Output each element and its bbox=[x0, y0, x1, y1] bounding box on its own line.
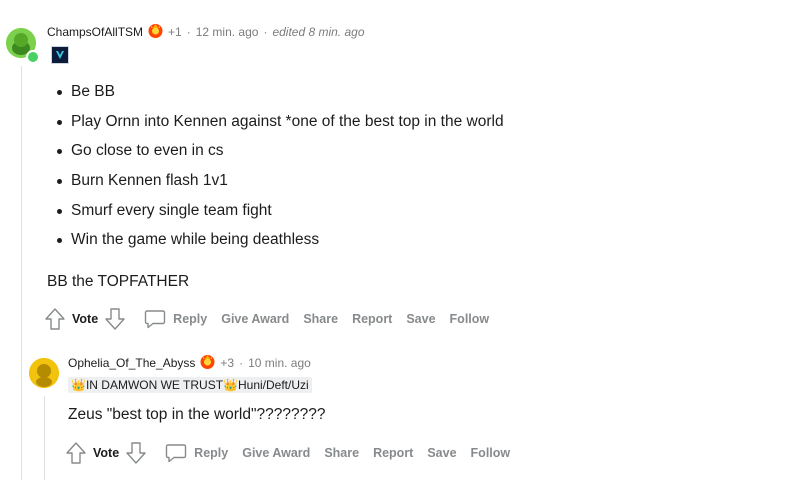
thread-line[interactable] bbox=[21, 66, 22, 480]
reply-icon bbox=[144, 310, 166, 329]
user-flair-icon bbox=[51, 46, 69, 64]
downvote-arrow-icon bbox=[105, 308, 125, 330]
award-count: +1 bbox=[168, 25, 182, 39]
follow-button[interactable]: Follow bbox=[471, 446, 511, 460]
upvote-arrow-icon bbox=[45, 308, 65, 330]
comment-bullet-list: Be BB Play Ornn into Kennen against *one… bbox=[47, 82, 504, 260]
downvote-arrow-icon bbox=[126, 442, 146, 464]
upvote-arrow-icon bbox=[66, 442, 86, 464]
share-button[interactable]: Share bbox=[324, 446, 359, 460]
comment-text: Zeus "best top in the world"???????? bbox=[68, 406, 326, 423]
share-button[interactable]: Share bbox=[303, 312, 338, 326]
online-status-dot bbox=[26, 50, 40, 64]
give-award-button[interactable]: Give Award bbox=[242, 446, 310, 460]
separator: · bbox=[239, 356, 244, 370]
avatar[interactable] bbox=[29, 358, 59, 388]
reply-label: Reply bbox=[194, 446, 229, 460]
upvote-button[interactable] bbox=[65, 441, 87, 465]
follow-button[interactable]: Follow bbox=[450, 312, 490, 326]
save-button[interactable]: Save bbox=[427, 446, 456, 460]
comment-action-bar: Vote Reply Give Award Share Report Save … bbox=[44, 306, 489, 332]
separator: · bbox=[186, 25, 191, 39]
list-item: Play Ornn into Kennen against *one of th… bbox=[47, 112, 504, 142]
report-button[interactable]: Report bbox=[373, 446, 413, 460]
list-item: Be BB bbox=[47, 82, 504, 112]
username[interactable]: ChampsOfAllTSM bbox=[47, 25, 143, 39]
downvote-button[interactable] bbox=[104, 307, 126, 331]
vote-count: Vote bbox=[93, 446, 120, 460]
reply-label: Reply bbox=[173, 312, 208, 326]
comment-text: BB the TOPFATHER bbox=[47, 273, 190, 290]
award-icon[interactable] bbox=[199, 353, 216, 373]
username[interactable]: Ophelia_Of_The_Abyss bbox=[68, 356, 195, 370]
timestamp[interactable]: 10 min. ago bbox=[248, 356, 311, 370]
comment-meta: ChampsOfAllTSM +1 · 12 min. ago · edited… bbox=[47, 24, 365, 40]
list-item: Smurf every single team fight bbox=[47, 201, 504, 231]
give-award-button[interactable]: Give Award bbox=[221, 312, 289, 326]
list-item: Go close to even in cs bbox=[47, 141, 504, 171]
comment-meta: Ophelia_Of_The_Abyss +3 · 10 min. ago bbox=[68, 354, 311, 372]
thread-line[interactable] bbox=[44, 396, 45, 480]
vote-count: Vote bbox=[72, 312, 99, 326]
user-flair: 👑IN DAMWON WE TRUST👑Huni/Deft/Uzi bbox=[68, 377, 312, 393]
save-button[interactable]: Save bbox=[406, 312, 435, 326]
award-count: +3 bbox=[220, 356, 235, 370]
edited-label: edited 8 min. ago bbox=[272, 25, 365, 39]
comment-action-bar: Vote Reply Give Award Share Report Save … bbox=[65, 440, 510, 466]
reply-button[interactable]: Reply bbox=[165, 443, 228, 463]
list-item: Win the game while being deathless bbox=[47, 230, 504, 260]
separator: · bbox=[263, 25, 268, 39]
upvote-button[interactable] bbox=[44, 307, 66, 331]
snoo-avatar-icon bbox=[29, 358, 59, 388]
list-item: Burn Kennen flash 1v1 bbox=[47, 171, 504, 201]
downvote-button[interactable] bbox=[125, 441, 147, 465]
report-button[interactable]: Report bbox=[352, 312, 392, 326]
award-icon[interactable] bbox=[147, 22, 164, 42]
reply-icon bbox=[165, 444, 187, 463]
reply-button[interactable]: Reply bbox=[144, 309, 207, 329]
timestamp[interactable]: 12 min. ago bbox=[196, 25, 259, 39]
